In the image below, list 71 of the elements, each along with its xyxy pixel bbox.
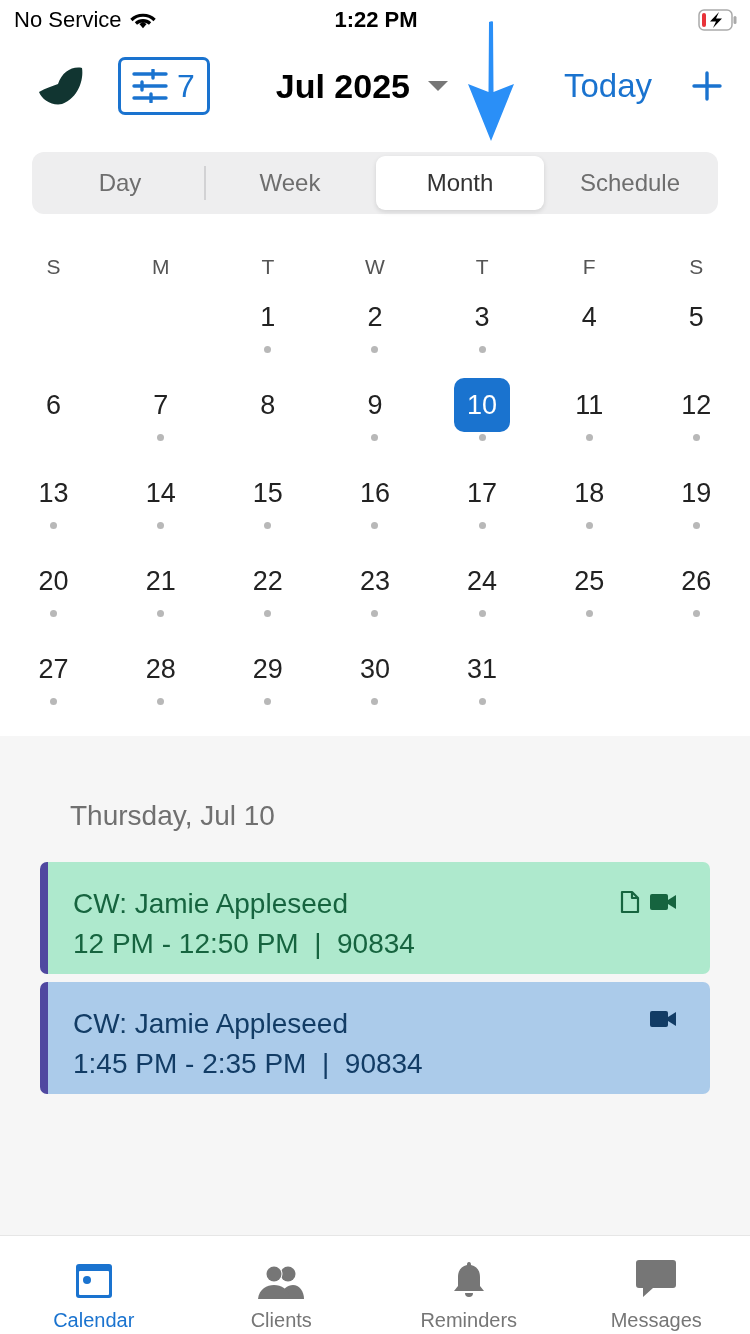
clock-time: 1:22 PM bbox=[334, 7, 418, 33]
calendar-day[interactable]: 30 bbox=[346, 642, 403, 696]
calendar-day[interactable]: 15 bbox=[239, 466, 296, 520]
pointer-arrow-icon bbox=[466, 20, 516, 142]
leaf-logo-icon bbox=[38, 66, 84, 106]
calendar-day[interactable]: 24 bbox=[454, 554, 511, 608]
chat-bubble-icon bbox=[635, 1259, 678, 1299]
calendar-day[interactable]: 10 bbox=[454, 378, 511, 432]
calendar-day[interactable]: 22 bbox=[239, 554, 296, 608]
view-tab[interactable]: Week bbox=[206, 156, 374, 210]
calendar-day[interactable]: 1 bbox=[239, 290, 296, 344]
calendar-day[interactable]: 16 bbox=[346, 466, 403, 520]
calendar-day[interactable]: 17 bbox=[454, 466, 511, 520]
carrier-text: No Service bbox=[14, 7, 122, 33]
calendar-day[interactable]: 21 bbox=[132, 554, 189, 608]
calendar-day[interactable]: 31 bbox=[454, 642, 511, 696]
month-picker[interactable]: Jul 2025 bbox=[275, 66, 448, 106]
today-button[interactable]: Today bbox=[563, 67, 652, 105]
caret-icon bbox=[428, 81, 448, 91]
weekday-label: S bbox=[46, 255, 61, 279]
calendar-day[interactable]: 3 bbox=[454, 290, 511, 344]
bell-icon bbox=[452, 1261, 485, 1299]
tab-bar-item[interactable]: Reminders bbox=[375, 1236, 563, 1334]
weekday-label: F bbox=[582, 255, 596, 279]
calendar-day[interactable]: 8 bbox=[239, 378, 296, 432]
tab-bar-item[interactable]: Clients bbox=[187, 1236, 375, 1334]
view-tab[interactable]: Month bbox=[376, 156, 544, 210]
calendar-day[interactable]: 18 bbox=[561, 466, 618, 520]
weekday-label: W bbox=[365, 255, 385, 279]
calendar-day[interactable]: 12 bbox=[668, 378, 725, 432]
event-time: 12 PM - 12:50 PM | 90834 bbox=[73, 927, 415, 961]
calendar-day[interactable]: 7 bbox=[132, 378, 189, 432]
document-icon bbox=[620, 890, 640, 914]
calendar-icon bbox=[74, 1263, 113, 1299]
view-tab[interactable]: Day bbox=[36, 156, 204, 210]
weekday-label: T bbox=[261, 255, 275, 279]
weekday-label: T bbox=[475, 255, 489, 279]
people-icon bbox=[258, 1265, 305, 1299]
calendar-day[interactable]: 25 bbox=[561, 554, 618, 608]
calendar-day[interactable]: 6 bbox=[25, 378, 82, 432]
calendar-day[interactable]: 9 bbox=[346, 378, 403, 432]
calendar-day[interactable]: 4 bbox=[561, 290, 618, 344]
add-icon[interactable] bbox=[692, 71, 722, 101]
filter-button[interactable]: 7 bbox=[118, 57, 210, 115]
event-title: CW: Jamie Appleseed bbox=[73, 887, 349, 921]
calendar-day[interactable]: 19 bbox=[668, 466, 725, 520]
event-time: 1:45 PM - 2:35 PM | 90834 bbox=[73, 1047, 423, 1081]
calendar-day[interactable]: 20 bbox=[25, 554, 82, 608]
video-camera-icon bbox=[650, 1010, 676, 1028]
calendar-day[interactable]: 28 bbox=[132, 642, 189, 696]
view-tab[interactable]: Schedule bbox=[546, 156, 714, 210]
tab-bar-item[interactable]: Calendar bbox=[0, 1236, 188, 1334]
weekday-label: S bbox=[689, 255, 704, 279]
battery-icon bbox=[698, 9, 738, 31]
calendar-day[interactable]: 26 bbox=[668, 554, 725, 608]
tab-bar-item[interactable]: Messages bbox=[562, 1236, 750, 1334]
calendar-day[interactable]: 14 bbox=[132, 466, 189, 520]
calendar-day[interactable]: 5 bbox=[668, 290, 725, 344]
event-card[interactable]: CW: Jamie Appleseed 1:45 PM - 2:35 PM | 90834 bbox=[40, 982, 710, 1094]
calendar-day[interactable]: 13 bbox=[25, 466, 82, 520]
event-card[interactable]: CW: Jamie Appleseed 12 PM - 12:50 PM | 90834 bbox=[40, 862, 710, 974]
calendar-day[interactable]: 2 bbox=[346, 290, 403, 344]
sliders-icon bbox=[131, 69, 169, 103]
video-camera-icon bbox=[650, 893, 676, 911]
calendar-day[interactable]: 11 bbox=[561, 378, 618, 432]
weekday-label: M bbox=[151, 255, 170, 279]
calendar-day[interactable]: 23 bbox=[346, 554, 403, 608]
event-title: CW: Jamie Appleseed bbox=[73, 1007, 349, 1041]
agenda-date: Thursday, Jul 10 bbox=[69, 800, 276, 832]
calendar-day[interactable]: 29 bbox=[239, 642, 296, 696]
calendar-day[interactable]: 27 bbox=[25, 642, 82, 696]
